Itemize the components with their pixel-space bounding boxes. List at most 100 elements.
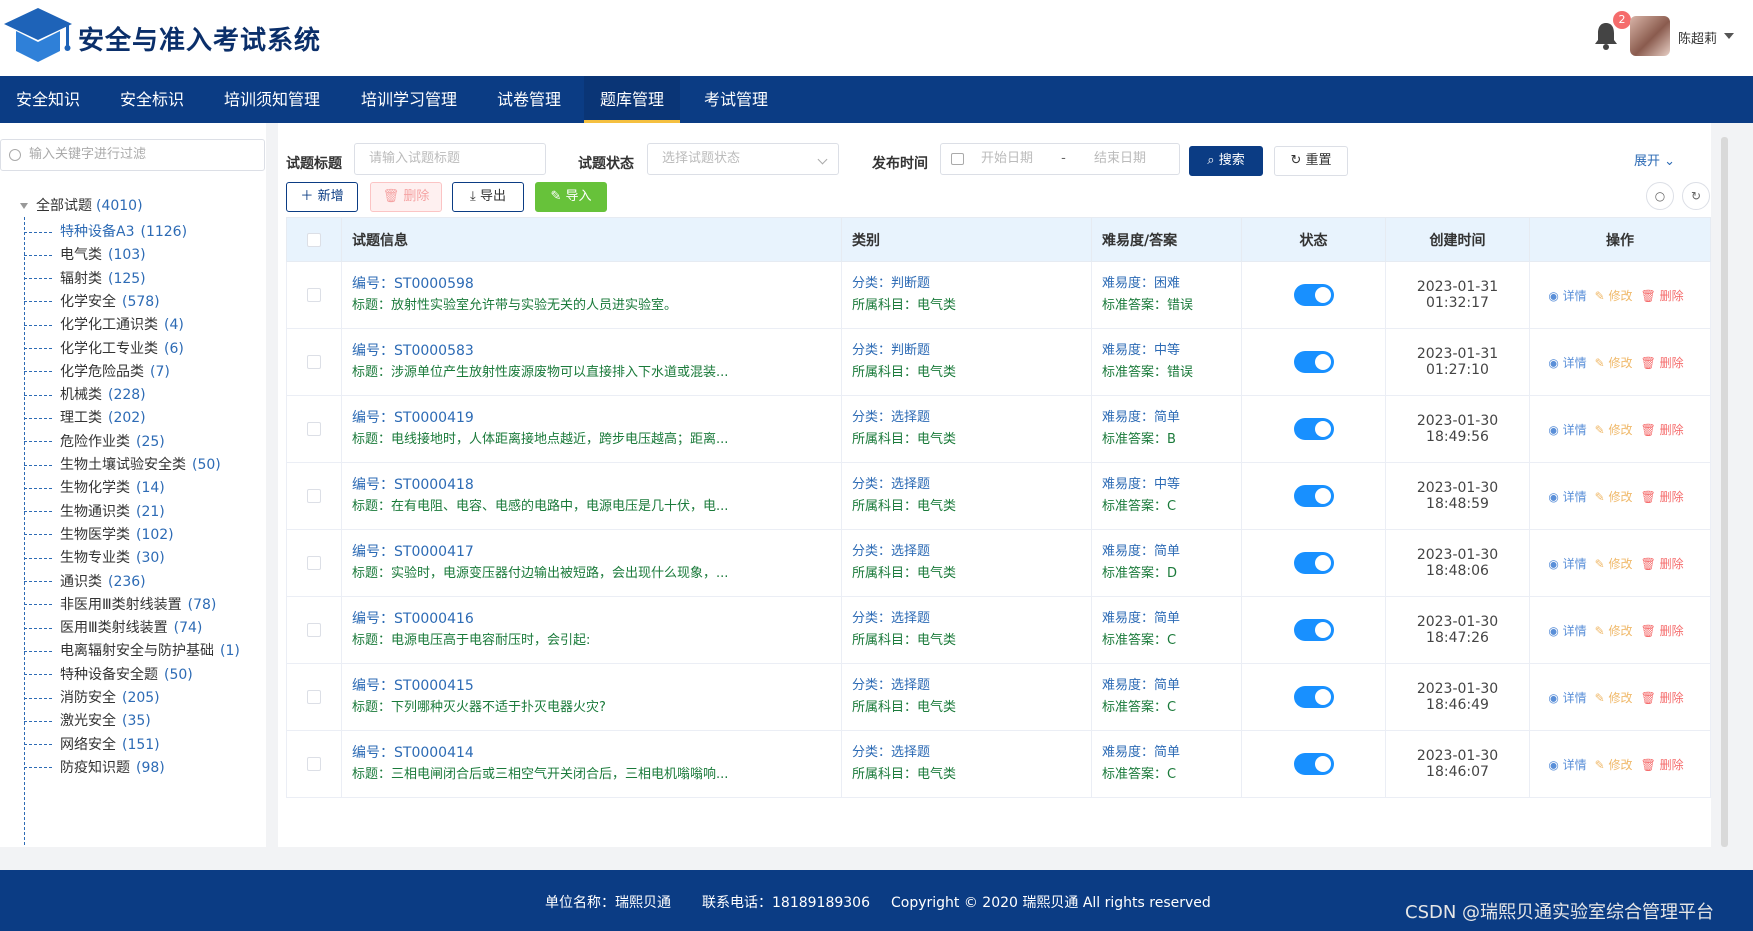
view-button[interactable]: ◉ 详情 xyxy=(1548,356,1586,370)
row-checkbox[interactable] xyxy=(286,462,342,530)
avatar[interactable] xyxy=(1630,16,1670,56)
status-toggle[interactable] xyxy=(1293,418,1334,440)
question-id[interactable]: 编号：ST0000416 xyxy=(352,608,841,630)
tree-item[interactable]: 非医用Ⅲ类射线装置 (78) xyxy=(24,594,216,618)
start-date[interactable]: 开始日期 xyxy=(981,151,1033,166)
status-toggle[interactable] xyxy=(1293,619,1334,641)
nav-item-training-notice[interactable]: 培训须知管理 xyxy=(208,76,336,123)
delete-row-button[interactable]: 🗑 删除 xyxy=(1641,557,1684,571)
username[interactable]: 陈超莉 xyxy=(1678,28,1717,47)
add-button[interactable]: ＋ 新增 xyxy=(286,182,358,212)
question-id[interactable]: 编号：ST0000414 xyxy=(352,742,841,764)
tree-item[interactable]: 消防安全 (205) xyxy=(24,687,160,711)
status-toggle[interactable] xyxy=(1293,351,1334,373)
status-toggle[interactable] xyxy=(1293,686,1334,708)
edit-button[interactable]: ✎ 修改 xyxy=(1595,691,1633,705)
tree-root-all-questions[interactable]: 全部试题 (4010) xyxy=(20,195,143,215)
date-range-picker[interactable]: 开始日期 - 结束日期 xyxy=(940,143,1180,175)
tree-item[interactable]: 生物化学类 (14) xyxy=(24,477,165,501)
view-button[interactable]: ◉ 详情 xyxy=(1548,758,1586,772)
search-toggle-button[interactable]: ○ xyxy=(1646,182,1674,210)
row-checkbox[interactable] xyxy=(286,663,342,731)
caret-down-icon[interactable] xyxy=(20,203,28,209)
delete-row-button[interactable]: 🗑 删除 xyxy=(1641,490,1684,504)
title-filter-input[interactable]: 请输入试题标题 xyxy=(354,143,546,175)
nav-item-exam-management[interactable]: 考试管理 xyxy=(688,76,784,123)
vertical-scrollbar[interactable] xyxy=(1721,137,1728,847)
tree-item[interactable]: 辐射类 (125) xyxy=(24,268,146,292)
view-button[interactable]: ◉ 详情 xyxy=(1548,691,1586,705)
tree-item[interactable]: 电气类 (103) xyxy=(24,244,146,268)
tree-item[interactable]: 化学危险品类 (7) xyxy=(24,361,170,385)
refresh-button[interactable]: ↻ xyxy=(1682,182,1710,210)
view-button[interactable]: ◉ 详情 xyxy=(1548,557,1586,571)
delete-row-button[interactable]: 🗑 删除 xyxy=(1641,423,1684,437)
tree-item[interactable]: 化学化工通识类 (4) xyxy=(24,314,184,338)
nav-item-question-bank[interactable]: 题库管理 xyxy=(584,76,681,123)
nav-item-paper-management[interactable]: 试卷管理 xyxy=(481,76,577,123)
view-button[interactable]: ◉ 详情 xyxy=(1548,490,1586,504)
row-checkbox[interactable] xyxy=(286,328,342,396)
tree-item[interactable]: 网络安全 (151) xyxy=(24,734,160,758)
nav-item-safety-knowledge[interactable]: 安全知识 xyxy=(0,76,96,123)
tree-item[interactable]: 医用Ⅲ类射线装置 (74) xyxy=(24,617,202,641)
view-button[interactable]: ◉ 详情 xyxy=(1548,423,1586,437)
row-checkbox[interactable] xyxy=(286,730,342,798)
edit-button[interactable]: ✎ 修改 xyxy=(1595,423,1633,437)
end-date[interactable]: 结束日期 xyxy=(1094,151,1146,166)
delete-row-button[interactable]: 🗑 删除 xyxy=(1641,758,1684,772)
tree-item[interactable]: 电离辐射安全与防护基础 (1) xyxy=(24,640,240,664)
row-checkbox[interactable] xyxy=(286,596,342,664)
search-button[interactable]: ⌕ 搜索 xyxy=(1189,146,1263,176)
edit-button[interactable]: ✎ 修改 xyxy=(1595,758,1633,772)
tree-item[interactable]: 生物医学类 (102) xyxy=(24,524,174,548)
edit-button[interactable]: ✎ 修改 xyxy=(1595,490,1633,504)
question-id[interactable]: 编号：ST0000419 xyxy=(352,407,841,429)
status-toggle[interactable] xyxy=(1293,552,1334,574)
tree-item[interactable]: 通识类 (236) xyxy=(24,571,146,595)
export-button[interactable]: ⤓ 导出 xyxy=(452,182,524,212)
edit-button[interactable]: ✎ 修改 xyxy=(1595,356,1633,370)
status-filter-select[interactable]: 选择试题状态 xyxy=(647,143,839,175)
tree-item[interactable]: 化学化工专业类 (6) xyxy=(24,338,184,362)
category-filter-input[interactable]: 输入关键字进行过滤 xyxy=(0,139,265,171)
chevron-down-icon[interactable] xyxy=(1724,33,1734,39)
tree-item[interactable]: 危险作业类 (25) xyxy=(24,431,165,455)
tree-item[interactable]: 生物土壤试验安全类 (50) xyxy=(24,454,221,478)
row-checkbox[interactable] xyxy=(286,261,342,329)
view-button[interactable]: ◉ 详情 xyxy=(1548,624,1586,638)
question-id[interactable]: 编号：ST0000598 xyxy=(352,273,841,295)
question-id[interactable]: 编号：ST0000583 xyxy=(352,340,841,362)
edit-button[interactable]: ✎ 修改 xyxy=(1595,624,1633,638)
tree-item[interactable]: 生物专业类 (30) xyxy=(24,547,165,571)
tree-item[interactable]: 防疫知识题 (98) xyxy=(24,757,165,781)
tree-item[interactable]: 激光安全 (35) xyxy=(24,710,151,734)
tree-item[interactable]: 机械类 (228) xyxy=(24,384,146,408)
tree-item[interactable]: 理工类 (202) xyxy=(24,407,146,431)
question-id[interactable]: 编号：ST0000417 xyxy=(352,541,841,563)
status-toggle[interactable] xyxy=(1293,284,1334,306)
select-all-checkbox[interactable] xyxy=(286,217,342,262)
view-button[interactable]: ◉ 详情 xyxy=(1548,289,1586,303)
delete-row-button[interactable]: 🗑 删除 xyxy=(1641,356,1684,370)
nav-item-safety-signs[interactable]: 安全标识 xyxy=(104,76,200,123)
tree-item[interactable]: 特种设备安全题 (50) xyxy=(24,664,193,688)
status-toggle[interactable] xyxy=(1293,485,1334,507)
question-id[interactable]: 编号：ST0000415 xyxy=(352,675,841,697)
row-checkbox[interactable] xyxy=(286,529,342,597)
tree-item[interactable]: 化学安全 (578) xyxy=(24,291,160,315)
tree-item[interactable]: 生物通识类 (21) xyxy=(24,501,165,525)
nav-item-training-study[interactable]: 培训学习管理 xyxy=(345,76,473,123)
edit-button[interactable]: ✎ 修改 xyxy=(1595,557,1633,571)
edit-button[interactable]: ✎ 修改 xyxy=(1595,289,1633,303)
delete-button[interactable]: 🗑 删除 xyxy=(370,182,442,212)
expand-toggle[interactable]: 展开 ⌄ xyxy=(1634,150,1675,169)
reset-button[interactable]: ↻ 重置 xyxy=(1274,146,1348,176)
import-button[interactable]: ✎ 导入 xyxy=(535,182,607,212)
delete-row-button[interactable]: 🗑 删除 xyxy=(1641,289,1684,303)
tree-item[interactable]: 特种设备A3 (1126) xyxy=(24,221,187,245)
delete-row-button[interactable]: 🗑 删除 xyxy=(1641,691,1684,705)
row-checkbox[interactable] xyxy=(286,395,342,463)
delete-row-button[interactable]: 🗑 删除 xyxy=(1641,624,1684,638)
status-toggle[interactable] xyxy=(1293,753,1334,775)
